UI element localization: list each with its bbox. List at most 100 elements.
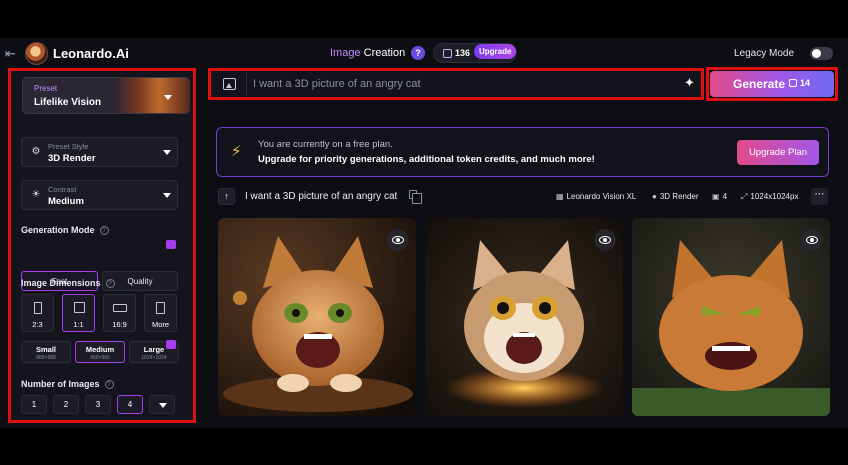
generate-cost: 14: [800, 78, 811, 88]
num-images-more-button[interactable]: [149, 395, 175, 414]
resize-icon: ⤢: [741, 192, 748, 201]
page-title: Image Creation: [330, 47, 405, 59]
settings-sidebar: Preset Lifelike Vision ⚙ Preset Style 3D…: [8, 68, 196, 423]
image-size: 1024x1024px: [750, 192, 799, 201]
help-icon[interactable]: ?: [411, 46, 425, 60]
style-meta: ● 3D Render: [652, 192, 699, 201]
generation-mode-title-text: Generation Mode: [21, 225, 95, 235]
num-images-4-button[interactable]: 4: [117, 395, 143, 414]
generate-label: Generate: [733, 77, 786, 91]
arrow-up-icon[interactable]: ↑: [218, 188, 235, 205]
help-icon[interactable]: ?: [105, 279, 115, 288]
preset-label: Preset: [34, 84, 58, 93]
more-options-icon[interactable]: ⋯: [811, 188, 828, 205]
ratio-label: 16:9: [112, 320, 127, 329]
image-count: 4: [722, 192, 728, 201]
preset-value: Lifelike Vision: [34, 97, 102, 108]
preset-style-label: Preset Style: [48, 142, 89, 151]
divider: [246, 73, 247, 95]
generation-mode-title: Generation Mode?: [21, 225, 109, 235]
upgrade-button[interactable]: Upgrade: [474, 44, 517, 59]
image-dimensions-title-text: Image Dimensions: [21, 278, 101, 288]
brand-name: Leonardo.Ai: [53, 46, 129, 61]
prompt-bar: ✦: [208, 68, 704, 100]
upgrade-plan-button[interactable]: Upgrade Plan: [737, 140, 819, 165]
model-name: Leonardo Vision XL: [566, 192, 637, 201]
size-name: Small: [35, 345, 56, 354]
generate-highlight: Generate 14: [706, 67, 838, 101]
sparkle-icon[interactable]: ✦: [684, 75, 695, 91]
generate-button[interactable]: Generate 14: [710, 71, 834, 97]
premium-icon: [166, 340, 176, 349]
preset-selector[interactable]: Preset Lifelike Vision: [22, 77, 190, 114]
cat-image-1: [218, 218, 416, 416]
image-dimensions-title: Image Dimensions?: [21, 278, 115, 288]
image-upload-icon[interactable]: [223, 78, 236, 90]
ratio-label: 2:3: [32, 320, 43, 329]
premium-icon: [166, 240, 176, 249]
square-shape-icon: [74, 302, 85, 313]
cat-image-3: [632, 218, 830, 416]
chevron-down-icon: [163, 193, 171, 198]
contrast-label: Contrast: [48, 185, 77, 194]
ratio-16-9-button[interactable]: 16:9: [103, 294, 136, 332]
token-icon: [789, 79, 797, 87]
size-name: Medium: [85, 345, 115, 354]
legacy-mode-label: Legacy Mode: [734, 48, 795, 59]
generated-image-3[interactable]: [632, 218, 830, 416]
token-icon: [443, 49, 452, 58]
preset-style-value: 3D Render: [48, 153, 96, 164]
banner-line-2: Upgrade for priority generations, additi…: [258, 154, 595, 165]
page-title-first: Image: [330, 47, 361, 59]
generated-image-1[interactable]: [218, 218, 416, 416]
view-eye-icon[interactable]: [801, 229, 823, 251]
app-window: ⇤ Leonardo.Ai Image Creation ? 136 Upgra…: [0, 38, 848, 428]
avatar[interactable]: [25, 42, 48, 65]
num-images-1-button[interactable]: 1: [21, 395, 47, 414]
top-bar: ⇤ Leonardo.Ai Image Creation ? 136 Upgra…: [0, 38, 848, 70]
chevron-down-icon: [164, 95, 172, 100]
ratio-more-button[interactable]: More: [144, 294, 177, 332]
contrast-value: Medium: [48, 196, 84, 207]
back-arrow-icon[interactable]: ⇤: [5, 46, 21, 61]
ratio-label: More: [151, 320, 170, 329]
lightning-icon: ⚡: [231, 143, 242, 160]
view-eye-icon[interactable]: [594, 229, 616, 251]
num-images-2-button[interactable]: 2: [53, 395, 79, 414]
chevron-down-icon: [159, 403, 167, 408]
token-count: 136: [455, 48, 471, 58]
number-of-images-title-text: Number of Images: [21, 379, 100, 389]
model-meta: ▦ Leonardo Vision XL: [556, 192, 636, 201]
ratio-1-1-button[interactable]: 1:1: [62, 294, 95, 332]
landscape-shape-icon: [113, 304, 127, 312]
ratio-2-3-button[interactable]: 2:3: [21, 294, 54, 332]
ratio-label: 1:1: [73, 320, 84, 329]
page-title-second: Creation: [360, 47, 406, 59]
cat-image-2: [425, 218, 623, 416]
sun-icon: ☀: [31, 189, 41, 200]
prompt-input[interactable]: [253, 76, 653, 92]
num-images-3-button[interactable]: 3: [85, 395, 111, 414]
size-meta: ⤢ 1024x1024px: [741, 192, 798, 202]
number-of-images-title: Number of Images?: [21, 379, 114, 389]
drop-icon: ●: [652, 192, 657, 201]
legacy-mode-toggle[interactable]: [810, 47, 833, 60]
portrait-shape-icon: [34, 302, 42, 314]
flask-icon: ⚙: [31, 146, 41, 157]
free-plan-banner: ⚡ You are currently on a free plan. Upgr…: [216, 127, 829, 177]
contrast-select[interactable]: ☀ Contrast Medium: [21, 180, 178, 210]
count-meta: ▣ 4: [712, 192, 727, 201]
size-medium-button[interactable]: Medium 960×960: [75, 341, 125, 363]
model-icon: ▦: [556, 192, 564, 201]
help-icon[interactable]: ?: [99, 226, 109, 235]
view-eye-icon[interactable]: [387, 229, 409, 251]
size-dims: 960×960: [90, 355, 110, 361]
help-icon[interactable]: ?: [104, 380, 114, 389]
generated-image-2[interactable]: [425, 218, 623, 416]
images-icon: ▣: [712, 192, 720, 201]
preset-style-select[interactable]: ⚙ Preset Style 3D Render: [21, 137, 178, 167]
copy-icon[interactable]: [409, 190, 422, 204]
banner-line-1: You are currently on a free plan.: [258, 139, 393, 150]
size-dims: 888×888: [36, 355, 56, 361]
size-small-button[interactable]: Small 888×888: [21, 341, 71, 363]
